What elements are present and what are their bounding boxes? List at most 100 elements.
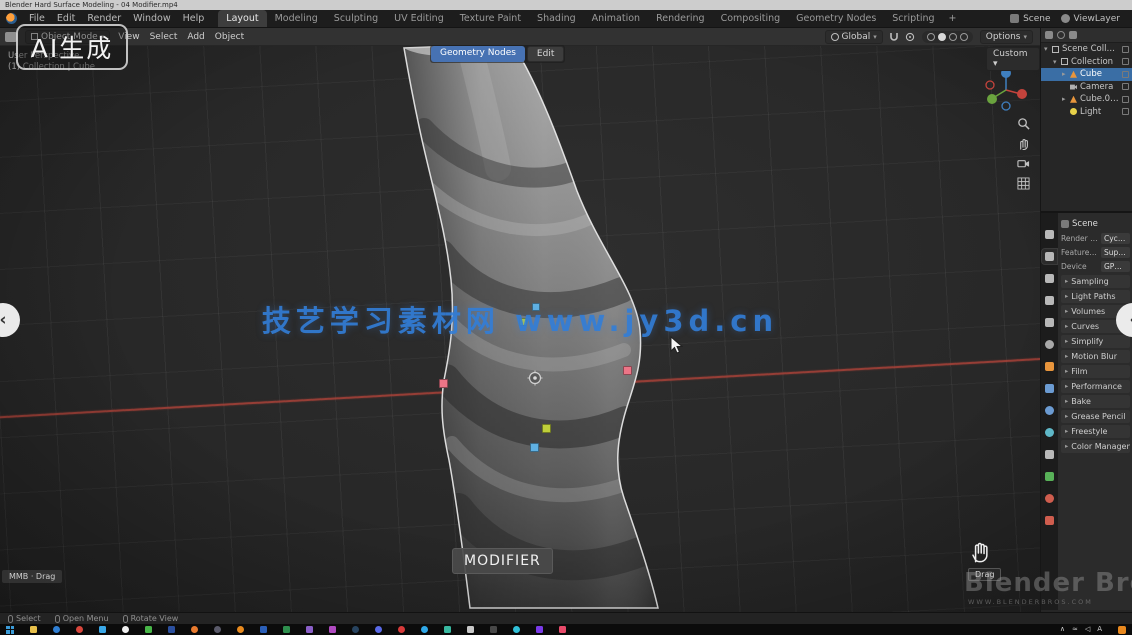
viewport-menu-item[interactable]: Object	[210, 28, 249, 46]
property-section-header[interactable]: ▸ Grease Pencil	[1061, 410, 1130, 424]
blender-logo-icon[interactable]	[6, 13, 17, 24]
zoom-icon[interactable]	[1016, 116, 1031, 131]
workspace-tab[interactable]: Texture Paint	[452, 10, 529, 27]
netdisk-icon[interactable]	[444, 626, 451, 633]
outliner-filter-icon[interactable]	[1069, 31, 1077, 39]
outliner-editor-icon[interactable]	[1045, 31, 1053, 39]
outliner-item[interactable]: ▾ Scene Collection	[1041, 43, 1132, 56]
player-icon[interactable]	[513, 626, 520, 633]
physics-tab[interactable]	[1042, 425, 1057, 440]
popup-secondary-button[interactable]: Edit	[527, 46, 564, 62]
blender-icon[interactable]	[191, 626, 198, 633]
workspace-tab[interactable]: Scripting	[884, 10, 942, 27]
scene-selector[interactable]: Scene	[1023, 14, 1056, 24]
property-section-header[interactable]: ▸ Light Paths	[1061, 290, 1130, 304]
outliner-search-icon[interactable]	[1057, 31, 1065, 39]
tool-tab[interactable]	[1042, 227, 1057, 242]
view-layer-tab[interactable]	[1042, 293, 1057, 308]
qq-icon[interactable]	[122, 626, 129, 633]
viewport-3d[interactable]: Object Mode ▾ ViewSelectAddObject Global…	[0, 28, 1040, 612]
edge-icon[interactable]	[53, 626, 60, 633]
discord-icon[interactable]	[375, 626, 382, 633]
expand-arrow[interactable]: ▾	[1044, 45, 1052, 53]
property-value-dropdown[interactable]: GPU Compute	[1101, 261, 1130, 272]
steam-icon[interactable]	[352, 626, 359, 633]
aftereffects-icon[interactable]	[329, 626, 336, 633]
volume-icon[interactable]: ◁	[1085, 624, 1090, 635]
viewport-menu-item[interactable]: Select	[145, 28, 183, 46]
proportional-editing-icon[interactable]	[905, 32, 915, 42]
property-section-header[interactable]: ▸ Film	[1061, 365, 1130, 379]
outliner-item[interactable]: ▸ Cube	[1041, 68, 1132, 81]
popup-primary-button[interactable]: Geometry Nodes	[431, 46, 525, 62]
object-origin-gizmo[interactable]	[527, 370, 543, 386]
workspace-tab[interactable]: Compositing	[713, 10, 789, 27]
workspace-tab[interactable]: UV Editing	[386, 10, 452, 27]
obs-icon[interactable]	[214, 626, 221, 633]
app-red-icon[interactable]	[559, 626, 566, 633]
modifiers-tab[interactable]	[1042, 381, 1057, 396]
visibility-toggle[interactable]	[1122, 108, 1129, 115]
handle-blue-top[interactable]	[532, 303, 540, 311]
ime-icon[interactable]: A	[1097, 624, 1102, 635]
texture-tab[interactable]	[1042, 513, 1057, 528]
handle-green-top[interactable]	[519, 318, 527, 326]
workspace-tab[interactable]: Shading	[529, 10, 584, 27]
word-icon[interactable]	[260, 626, 267, 633]
screenshot-tool-icon[interactable]	[1118, 626, 1126, 634]
outliner-item[interactable]: ▾ Collection	[1041, 56, 1132, 69]
camera-view-icon[interactable]	[1016, 156, 1031, 171]
network-icon[interactable]: ≈	[1072, 624, 1078, 635]
expand-arrow[interactable]: ▾	[1053, 58, 1061, 66]
workspace-tab[interactable]: Sculpting	[326, 10, 386, 27]
visibility-toggle[interactable]	[1122, 58, 1129, 65]
handle-pink-right[interactable]	[623, 366, 632, 375]
snap-magnet-icon[interactable]	[889, 32, 899, 42]
outliner-item[interactable]: ▸ Cube.001	[1041, 93, 1132, 106]
notepad-icon[interactable]	[467, 626, 474, 633]
pan-hand-icon[interactable]	[1016, 136, 1031, 151]
property-section-header[interactable]: ▸ Performance	[1061, 380, 1130, 394]
wireframe-shading-icon[interactable]	[927, 33, 935, 41]
file-explorer-icon[interactable]	[30, 626, 37, 633]
toggle-orthographic-icon[interactable]	[1016, 176, 1031, 191]
workspace-tab[interactable]: Layout	[218, 10, 266, 27]
scene-tab[interactable]	[1042, 315, 1057, 330]
workspace-tab[interactable]: Geometry Nodes	[788, 10, 884, 27]
handle-pink-left[interactable]	[439, 379, 448, 388]
view-layer-selector[interactable]: ViewLayer	[1074, 14, 1126, 24]
workspace-tab[interactable]: Rendering	[648, 10, 713, 27]
workspace-tab[interactable]: Modeling	[267, 10, 326, 27]
excel-icon[interactable]	[283, 626, 290, 633]
visibility-toggle[interactable]	[1122, 83, 1129, 90]
rendered-shading-icon[interactable]	[960, 33, 968, 41]
property-section-header[interactable]: ▸ Simplify	[1061, 335, 1130, 349]
add-workspace-button[interactable]: +	[943, 13, 963, 24]
property-section-header[interactable]: ▸ Motion Blur	[1061, 350, 1130, 364]
navigation-axis-gizmo[interactable]	[982, 64, 1030, 112]
property-value-dropdown[interactable]: Supported	[1101, 247, 1130, 258]
custom-orientation-dropdown[interactable]: Custom ▾	[986, 47, 1040, 71]
app-purple-icon[interactable]	[536, 626, 543, 633]
particles-tab[interactable]	[1042, 403, 1057, 418]
data-tab[interactable]	[1042, 469, 1057, 484]
options-dropdown[interactable]: Options ▾	[980, 30, 1033, 44]
tray-expand-icon[interactable]: ∧	[1060, 624, 1065, 635]
wechat-icon[interactable]	[145, 626, 152, 633]
property-section-header[interactable]: ▸ Freestyle	[1061, 425, 1130, 439]
music-icon[interactable]	[398, 626, 405, 633]
start-button[interactable]	[6, 626, 14, 634]
premiere-icon[interactable]	[306, 626, 313, 633]
chrome-icon[interactable]	[76, 626, 83, 633]
property-section-header[interactable]: ▸ Color Management	[1061, 440, 1130, 454]
expand-arrow[interactable]: ▸	[1062, 95, 1070, 103]
topbar-menu-item[interactable]: Help	[177, 10, 211, 28]
output-tab[interactable]	[1042, 271, 1057, 286]
render-tab[interactable]	[1042, 249, 1057, 264]
visibility-toggle[interactable]	[1122, 96, 1129, 103]
terminal-icon[interactable]	[490, 626, 497, 633]
handle-green-bottom[interactable]	[542, 424, 551, 433]
vlc-icon[interactable]	[237, 626, 244, 633]
workspace-tab[interactable]: Animation	[584, 10, 648, 27]
viewport-menu-item[interactable]: Add	[182, 28, 209, 46]
